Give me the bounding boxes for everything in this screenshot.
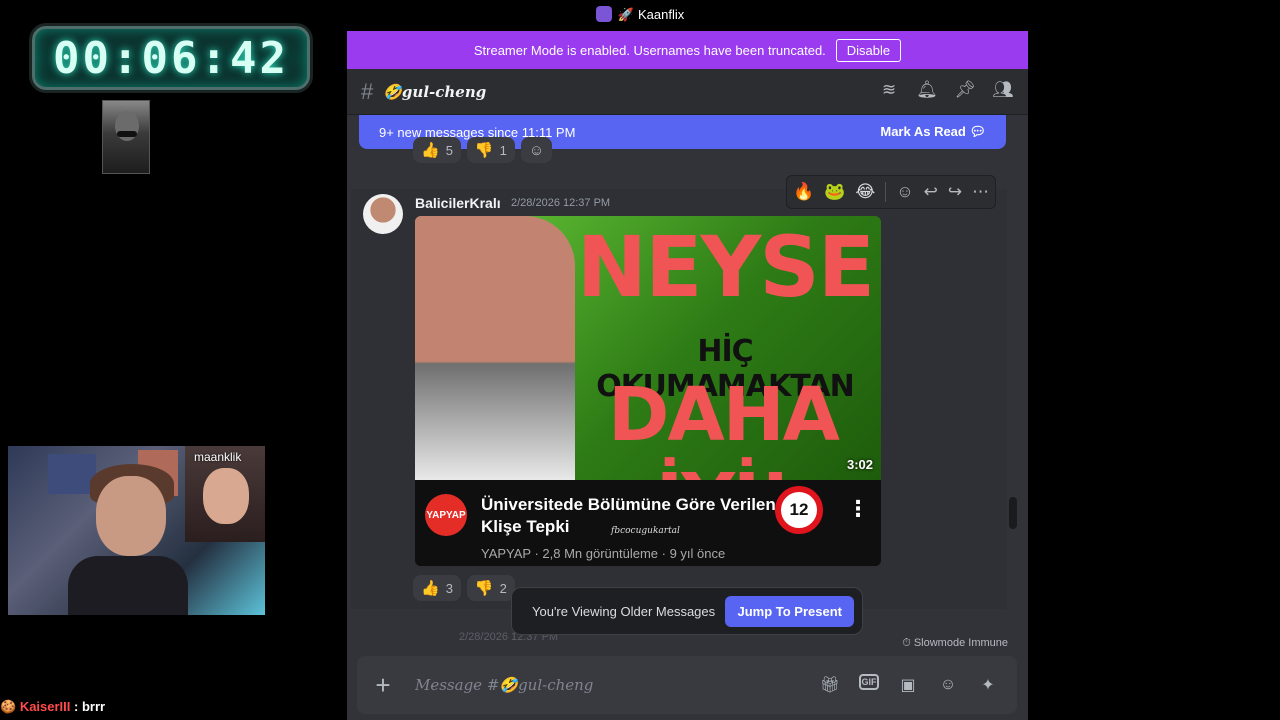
emoji-icon[interactable]: ☺ bbox=[937, 674, 959, 696]
threads-icon[interactable]: ≋ bbox=[878, 79, 900, 101]
reply-icon[interactable]: ↩ bbox=[924, 182, 938, 202]
quick-reaction-frog[interactable]: 🐸 bbox=[824, 182, 845, 202]
gift-icon[interactable]: 🎁︎ bbox=[819, 674, 841, 696]
slowmode-text: Slowmode Immune bbox=[913, 637, 1008, 649]
slowmode-indicator: ⏱ Slowmode Immune bbox=[902, 637, 1008, 650]
rocket-icon: 🚀 bbox=[617, 7, 634, 22]
channel-name: 🤣gul-cheng bbox=[383, 82, 487, 101]
video-info: YAPYAP Üniversitede Bölümüne Göre Verile… bbox=[415, 480, 881, 566]
previous-reactions: 👍 5 👎 1 ☺ bbox=[413, 137, 553, 163]
message-timestamp: 2/28/2026 12:37 PM bbox=[511, 197, 611, 209]
pin-icon[interactable]: 📌︎ bbox=[954, 79, 976, 101]
reaction-thumbs-up[interactable]: 👍 3 bbox=[413, 575, 461, 601]
quick-reaction-fire[interactable]: 🔥 bbox=[793, 182, 814, 202]
app-icon bbox=[595, 6, 612, 22]
thumb-text-3: DAHA İYİ! bbox=[608, 372, 840, 480]
video-meta: YAPYAP · 2,8 Mn görüntüleme · 9 yıl önce bbox=[481, 546, 726, 561]
quick-reaction-laugh[interactable]: 😂 bbox=[855, 182, 875, 202]
portrait-image bbox=[102, 100, 150, 174]
scrollbar-thumb[interactable] bbox=[1009, 497, 1017, 529]
gif-icon[interactable]: GIF bbox=[859, 674, 879, 690]
stream-timer: 00:06:42 bbox=[32, 26, 310, 90]
window-title: 🚀 Kaanflix bbox=[0, 6, 1280, 23]
forward-icon[interactable]: ↪ bbox=[948, 182, 962, 202]
message-hover-toolbar: 🔥 🐸 😂 ☺ ↩ ↪ ⋯ bbox=[786, 175, 997, 209]
more-options-icon[interactable]: ⋯ bbox=[972, 182, 989, 202]
mark-as-read-button[interactable]: Mark As Read 💬︎ bbox=[880, 124, 986, 140]
message-author[interactable]: BalicilerKralı bbox=[415, 195, 501, 211]
older-messages-bar: You're Viewing Older Messages Jump To Pr… bbox=[511, 587, 863, 635]
window-title-text: Kaanflix bbox=[637, 7, 685, 22]
watermark: fbcocugukartal bbox=[611, 526, 680, 536]
discord-panel: Streamer Mode is enabled. Usernames have… bbox=[347, 31, 1028, 720]
reaction-thumbs-down[interactable]: 👎 2 bbox=[466, 575, 515, 601]
channel-header: # 🤣gul-cheng ≋ 🔔︎ 📌︎ 👥︎ bbox=[347, 69, 1028, 115]
stream-chat-line: 🍪 KaiserIII : brrr bbox=[0, 699, 105, 715]
thumb-text-1: NEYSE bbox=[576, 218, 875, 316]
scrollbar[interactable] bbox=[1009, 151, 1017, 691]
message-input[interactable] bbox=[409, 676, 819, 694]
channel-logo[interactable]: YAPYAP bbox=[425, 494, 467, 536]
add-reaction-icon[interactable]: ☺ bbox=[896, 182, 913, 202]
apps-icon[interactable]: ✦ bbox=[977, 674, 999, 696]
reaction-thumbs-up[interactable]: 👍 5 bbox=[413, 137, 461, 163]
count-badge: 12 bbox=[775, 486, 823, 534]
older-messages-text: You're Viewing Older Messages bbox=[532, 603, 716, 619]
disable-streamer-mode-button[interactable]: Disable bbox=[835, 38, 902, 62]
sticker-icon[interactable]: ▣ bbox=[897, 674, 919, 696]
smiley-icon: ☺ bbox=[528, 141, 545, 159]
webcam-feed: maanklik bbox=[8, 446, 265, 615]
chat-text: : brrr bbox=[74, 699, 106, 714]
stopwatch-icon: ⏱ bbox=[902, 637, 911, 649]
hash-icon: # bbox=[361, 78, 374, 104]
message-reactions: 👍 3 👎 2 bbox=[413, 575, 515, 601]
youtube-embed[interactable]: NEYSE HİÇ OKUMAMAKTAN DAHA İYİ! 3:02 YAP… bbox=[415, 216, 881, 566]
timer-text: 00:06:42 bbox=[53, 32, 289, 84]
attach-plus-icon[interactable]: + bbox=[357, 670, 409, 701]
toolbar-divider bbox=[885, 182, 887, 202]
mark-read-icon: 💬︎ bbox=[969, 124, 986, 139]
member-list-icon[interactable]: 👥︎ bbox=[992, 79, 1014, 101]
chat-badge-icon: 🍪 bbox=[0, 699, 17, 714]
streamer-mode-bar: Streamer Mode is enabled. Usernames have… bbox=[347, 31, 1028, 69]
webcam-inset-name: maanklik bbox=[194, 450, 242, 464]
chat-username: KaiserIII bbox=[19, 699, 71, 714]
avatar[interactable] bbox=[363, 194, 403, 234]
reaction-thumbs-down[interactable]: 👎 1 bbox=[466, 137, 515, 163]
video-menu-icon[interactable]: ⋮ bbox=[847, 496, 869, 522]
add-reaction-button[interactable]: ☺ bbox=[520, 137, 553, 163]
notification-bell-icon[interactable]: 🔔︎ bbox=[916, 79, 938, 101]
message-item[interactable]: BalicilerKralı 2/28/2026 12:37 PM 🔥 🐸 😂 … bbox=[351, 175, 1007, 609]
video-duration: 3:02 bbox=[846, 457, 873, 472]
message-composer: + 🎁︎ GIF ▣ ☺ ✦ bbox=[357, 656, 1017, 714]
jump-to-present-button[interactable]: Jump To Present bbox=[725, 595, 854, 627]
video-thumbnail[interactable]: NEYSE HİÇ OKUMAMAKTAN DAHA İYİ! 3:02 bbox=[415, 216, 881, 480]
streamer-mode-text: Streamer Mode is enabled. Usernames have… bbox=[473, 42, 826, 58]
